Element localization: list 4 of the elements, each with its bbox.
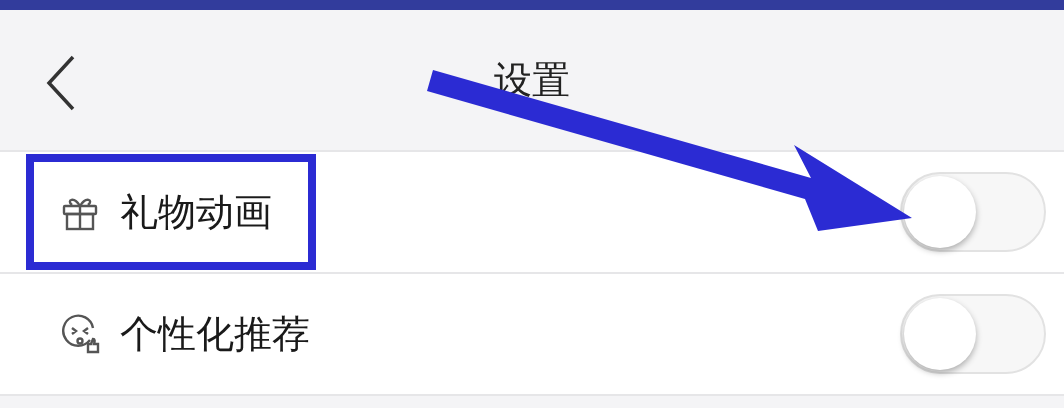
row-label: 礼物动画 xyxy=(120,188,272,236)
row-label: 个性化推荐 xyxy=(120,310,310,358)
emoji-icon xyxy=(60,314,100,354)
back-icon xyxy=(46,55,76,111)
